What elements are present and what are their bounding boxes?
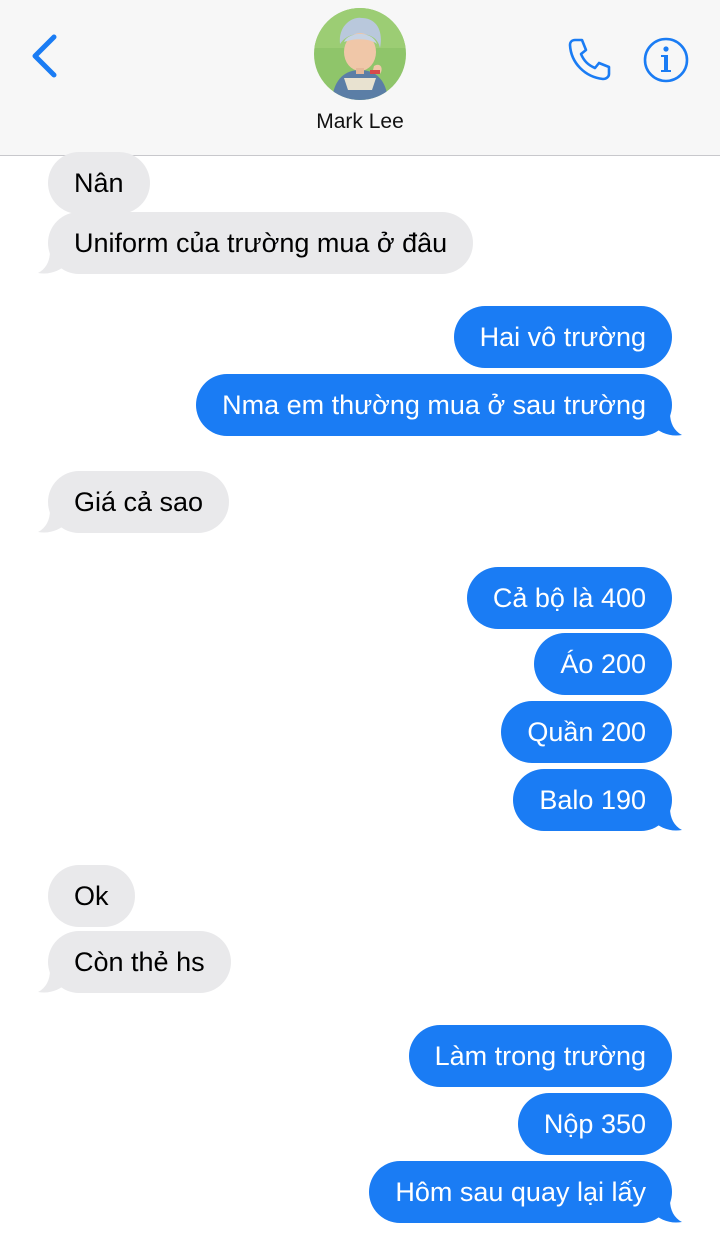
incoming-message[interactable]: Giá cả sao bbox=[48, 471, 230, 533]
call-button[interactable] bbox=[562, 34, 616, 84]
contact-photo bbox=[314, 8, 406, 100]
outgoing-message[interactable]: Áo 200 bbox=[534, 633, 672, 695]
outgoing-message[interactable]: Làm trong trường bbox=[408, 1025, 672, 1087]
messages-screen: Mark Lee Nân Uniform của trường mua ở đâ… bbox=[0, 0, 720, 1239]
outgoing-message[interactable]: Hôm sau quay lại lấy bbox=[369, 1161, 672, 1223]
incoming-message[interactable]: Uniform của trường mua ở đâu bbox=[48, 212, 474, 274]
conversation-header: Mark Lee bbox=[0, 0, 720, 156]
back-button[interactable] bbox=[22, 30, 66, 82]
info-button[interactable] bbox=[640, 34, 692, 86]
incoming-message[interactable]: Ok bbox=[48, 865, 135, 927]
chevron-left-icon bbox=[32, 34, 57, 78]
info-icon bbox=[643, 37, 689, 83]
outgoing-message[interactable]: Nma em thường mua ở sau trường bbox=[196, 374, 672, 436]
bubble-tail bbox=[38, 251, 68, 274]
outgoing-message[interactable]: Quần 200 bbox=[501, 701, 672, 763]
contact-name[interactable]: Mark Lee bbox=[250, 110, 470, 134]
outgoing-message[interactable]: Balo 190 bbox=[513, 769, 672, 831]
bubble-tail bbox=[652, 413, 682, 436]
outgoing-message[interactable]: Cả bộ là 400 bbox=[466, 567, 672, 629]
bubble-tail bbox=[652, 808, 682, 831]
bubble-tail bbox=[38, 970, 68, 993]
message-thread: Nân Uniform của trường mua ở đâu Hai vô … bbox=[0, 152, 720, 1239]
bubble-tail bbox=[38, 510, 68, 533]
incoming-message[interactable]: Còn thẻ hs bbox=[48, 931, 231, 993]
outgoing-message[interactable]: Hai vô trường bbox=[453, 306, 672, 368]
incoming-message[interactable]: Nân bbox=[48, 152, 150, 214]
outgoing-message[interactable]: Nộp 350 bbox=[517, 1093, 672, 1155]
avatar[interactable] bbox=[314, 8, 406, 100]
phone-icon bbox=[568, 38, 611, 81]
bubble-tail bbox=[652, 1200, 682, 1223]
